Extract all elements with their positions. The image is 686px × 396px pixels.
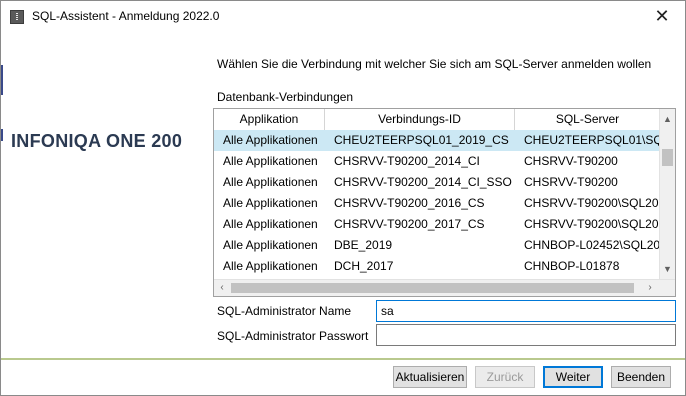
table-row[interactable]: Alle Applikationen CHSRVV-T90200_2014_CI_… <box>214 172 660 193</box>
scroll-right-icon[interactable]: › <box>642 280 658 296</box>
table-cell: Alle Applikationen <box>223 154 318 168</box>
refresh-button[interactable]: Aktualisieren <box>393 366 467 388</box>
table-cell: CHSRVV-T90200_2016_CS <box>334 196 485 210</box>
table-cell: CHSRVV-T90200_2014_CI <box>334 154 480 168</box>
column-header-verbindungs-id[interactable]: Verbindungs-ID <box>325 109 515 130</box>
title-bar: SQL-Assistent - Anmeldung 2022.0 ✕ <box>1 1 685 33</box>
table-row[interactable]: Alle Applikationen CHEU2TEERPSQL01_2019_C… <box>214 130 660 151</box>
table-cell: Alle Applikationen <box>223 238 318 252</box>
table-cell: CHSRVV-T90200_2014_CI_SSO <box>334 175 512 189</box>
scroll-up-icon[interactable]: ▲ <box>660 111 675 127</box>
sql-assistant-dialog: SQL-Assistent - Anmeldung 2022.0 ✕ INFON… <box>0 0 686 396</box>
back-button[interactable]: Zurück <box>475 366 535 388</box>
admin-name-label: SQL-Administrator Name <box>217 304 352 318</box>
horizontal-scrollbar[interactable]: ‹ › <box>214 279 675 296</box>
window-title: SQL-Assistent - Anmeldung 2022.0 <box>32 9 220 23</box>
table-cell: DCH_2017 <box>334 259 394 273</box>
vertical-scroll-thumb[interactable] <box>662 149 673 166</box>
table-cell: Alle Applikationen <box>223 196 318 210</box>
table-cell: Alle Applikationen <box>223 175 318 189</box>
next-button[interactable]: Weiter <box>543 366 603 388</box>
admin-password-field[interactable] <box>376 324 676 346</box>
infoniqa-logo: INFONIQA ONE 200 <box>11 131 183 151</box>
table-row[interactable]: Alle Applikationen CHSRVV-T90200_2017_CS C… <box>214 214 660 235</box>
finish-button[interactable]: Beenden <box>611 366 671 388</box>
window-edge-accent <box>1 129 3 141</box>
table-cell: CHSRVV-T90200 <box>524 175 618 189</box>
table-cell: Alle Applikationen <box>223 259 318 273</box>
table-cell: CHEU2TEERPSQL01_2019_CS <box>334 133 509 147</box>
column-header-sql-server[interactable]: SQL-Server <box>515 109 660 130</box>
horizontal-scroll-thumb[interactable] <box>231 283 634 293</box>
window-edge-accent <box>1 65 3 95</box>
instruction-text: Wählen Sie die Verbindung mit welcher Si… <box>217 57 652 71</box>
table-cell: CHNBOP-L02452\SQL2019 <box>524 238 660 252</box>
column-header-applikation[interactable]: Applikation <box>214 109 325 130</box>
table-row[interactable]: Alle Applikationen DCH_2017 CHNBOP-L01878 <box>214 256 660 277</box>
table-cell: CHSRVV-T90200\SQL2016 <box>524 196 660 210</box>
close-icon: ✕ <box>654 6 670 26</box>
table-cell: DBE_2019 <box>334 238 393 252</box>
footer-separator <box>1 358 685 360</box>
database-icon <box>10 10 24 24</box>
table-cell: CHSRVV-T90200\SQL2017 <box>524 217 660 231</box>
scroll-down-icon[interactable]: ▼ <box>660 261 675 277</box>
connections-grid[interactable]: Applikation Verbindungs-ID SQL-Server Al… <box>213 108 676 297</box>
table-cell: Alle Applikationen <box>223 133 318 147</box>
table-row[interactable]: Alle Applikationen CHSRVV-T90200_2016_CS C… <box>214 193 660 214</box>
grid-header: Applikation Verbindungs-ID SQL-Server <box>214 109 660 131</box>
connections-label: Datenbank-Verbindungen <box>217 90 354 104</box>
close-button[interactable]: ✕ <box>639 1 685 33</box>
table-row[interactable]: Alle Applikationen CHSRVV-T90200_2014_CI C… <box>214 151 660 172</box>
admin-name-field[interactable] <box>376 300 676 322</box>
table-cell: CHEU2TEERPSQL01\SQL2019 <box>524 133 660 147</box>
admin-password-label: SQL-Administrator Passwort <box>217 329 369 343</box>
table-cell: Alle Applikationen <box>223 217 318 231</box>
scroll-left-icon[interactable]: ‹ <box>214 280 230 296</box>
vertical-scrollbar[interactable]: ▲ ▼ <box>659 109 675 279</box>
table-cell: CHSRVV-T90200 <box>524 154 618 168</box>
table-cell: CHNBOP-L01878 <box>524 259 620 273</box>
table-cell: CHSRVV-T90200_2017_CS <box>334 217 485 231</box>
grid-rows: Alle Applikationen CHEU2TEERPSQL01_2019_C… <box>214 130 660 277</box>
table-row[interactable]: Alle Applikationen DBE_2019 CHNBOP-L02452\… <box>214 235 660 256</box>
